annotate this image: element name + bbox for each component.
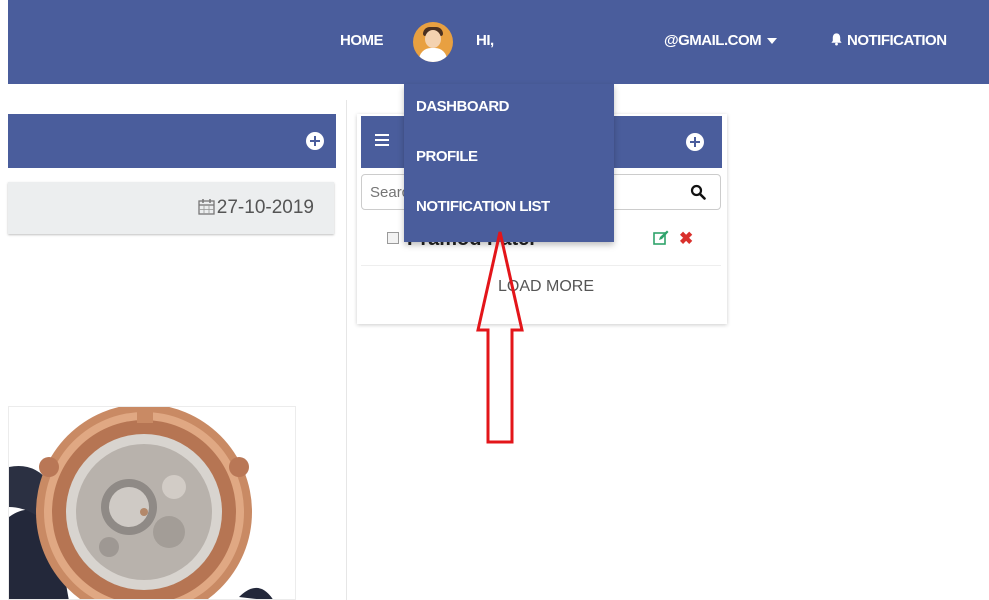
nav-notification-text: NOTIFICATION bbox=[847, 32, 947, 49]
date-text: 27-10-2019 bbox=[216, 197, 314, 218]
up-arrow-annotation bbox=[476, 231, 524, 444]
calendar-icon bbox=[198, 199, 215, 215]
todo-checkbox[interactable] bbox=[387, 232, 399, 244]
column-divider bbox=[346, 100, 347, 600]
search-icon[interactable] bbox=[690, 184, 706, 200]
nav-greeting: HI, bbox=[476, 32, 494, 49]
left-panel-header bbox=[8, 114, 336, 168]
avatar-shirt bbox=[419, 48, 447, 62]
edit-icon[interactable] bbox=[653, 230, 669, 246]
bell-icon bbox=[831, 33, 842, 46]
plus-circle-icon[interactable] bbox=[306, 132, 324, 150]
avatar-face bbox=[425, 30, 441, 48]
nav-home-link[interactable]: HOME bbox=[340, 32, 384, 49]
add-todo-plus-icon[interactable] bbox=[686, 133, 704, 151]
date-bar: 27-10-2019 bbox=[8, 182, 334, 234]
nav-user-email-dropdown[interactable]: @GMAIL.COM bbox=[664, 32, 778, 49]
delete-icon[interactable]: ✖ bbox=[679, 229, 693, 249]
watch-image bbox=[9, 407, 273, 599]
user-dropdown-menu: DASHBOARD PROFILE NOTIFICATION LIST bbox=[404, 84, 614, 242]
user-avatar[interactable] bbox=[413, 22, 453, 62]
product-card[interactable] bbox=[8, 406, 296, 600]
caret-down-icon bbox=[767, 38, 778, 45]
menu-icon[interactable] bbox=[375, 134, 389, 146]
nav-email-text: @GMAIL.COM bbox=[664, 32, 762, 49]
dropdown-item-profile[interactable]: PROFILE bbox=[416, 148, 478, 165]
dropdown-item-dashboard[interactable]: DASHBOARD bbox=[416, 98, 510, 115]
dropdown-item-notification-list[interactable]: NOTIFICATION LIST bbox=[416, 198, 550, 215]
nav-notification-link[interactable]: NOTIFICATION bbox=[830, 32, 947, 49]
date-display: 27-10-2019 bbox=[198, 197, 314, 219]
load-more-button[interactable]: LOAD MORE bbox=[361, 278, 721, 296]
